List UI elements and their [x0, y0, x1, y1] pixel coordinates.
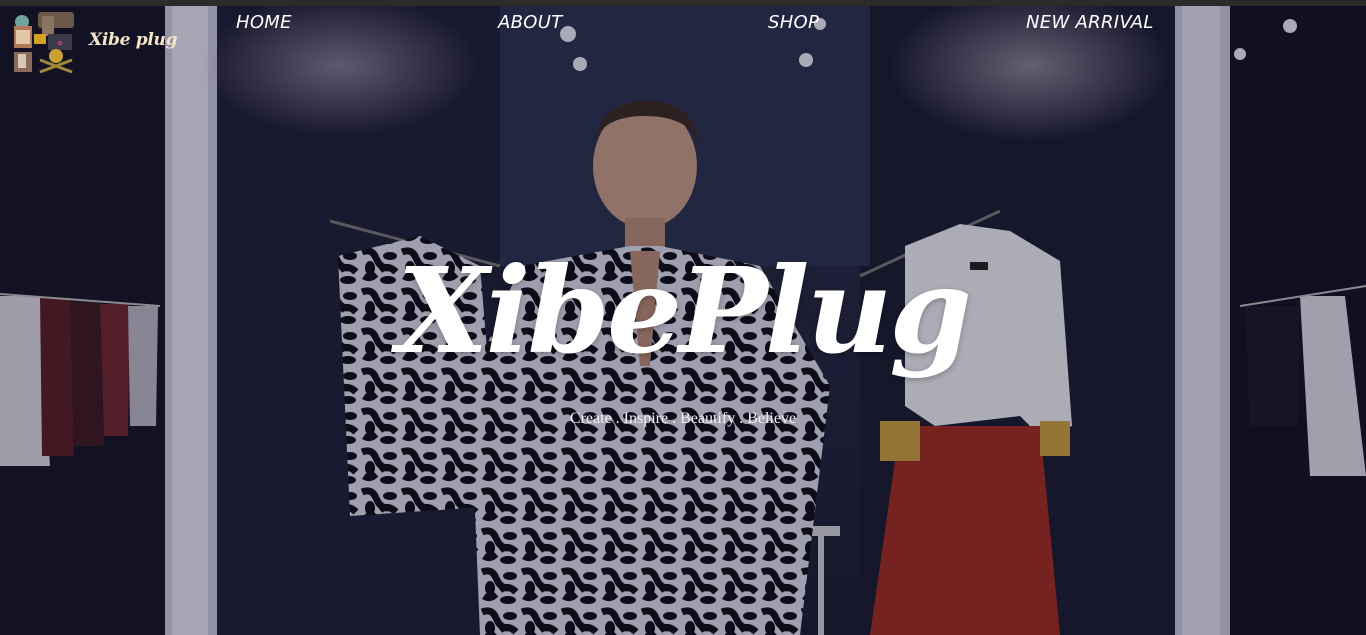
- svg-text:✿: ✿: [57, 40, 62, 47]
- nav-home[interactable]: HOME: [236, 12, 292, 33]
- nav-about[interactable]: ABOUT: [498, 12, 563, 33]
- brand-logo[interactable]: ✿ Xibe plug: [10, 10, 177, 74]
- hero-title: XibePlug: [397, 241, 972, 380]
- top-navigation: ✿ Xibe plug HOME ABOUT SHOP NEW ARRIVAL: [0, 6, 1366, 76]
- hero-tagline: Create . Inspire . Beautify . Believe: [569, 410, 797, 427]
- hero-section: XibePlug Create . Inspire . Beautify . B…: [0, 6, 1366, 635]
- nav-shop[interactable]: SHOP: [768, 12, 819, 33]
- tailoring-collage-icon: ✿: [14, 12, 74, 74]
- brand-name: Xibe plug: [89, 30, 178, 50]
- nav-new-arrival[interactable]: NEW ARRIVAL: [1026, 12, 1154, 33]
